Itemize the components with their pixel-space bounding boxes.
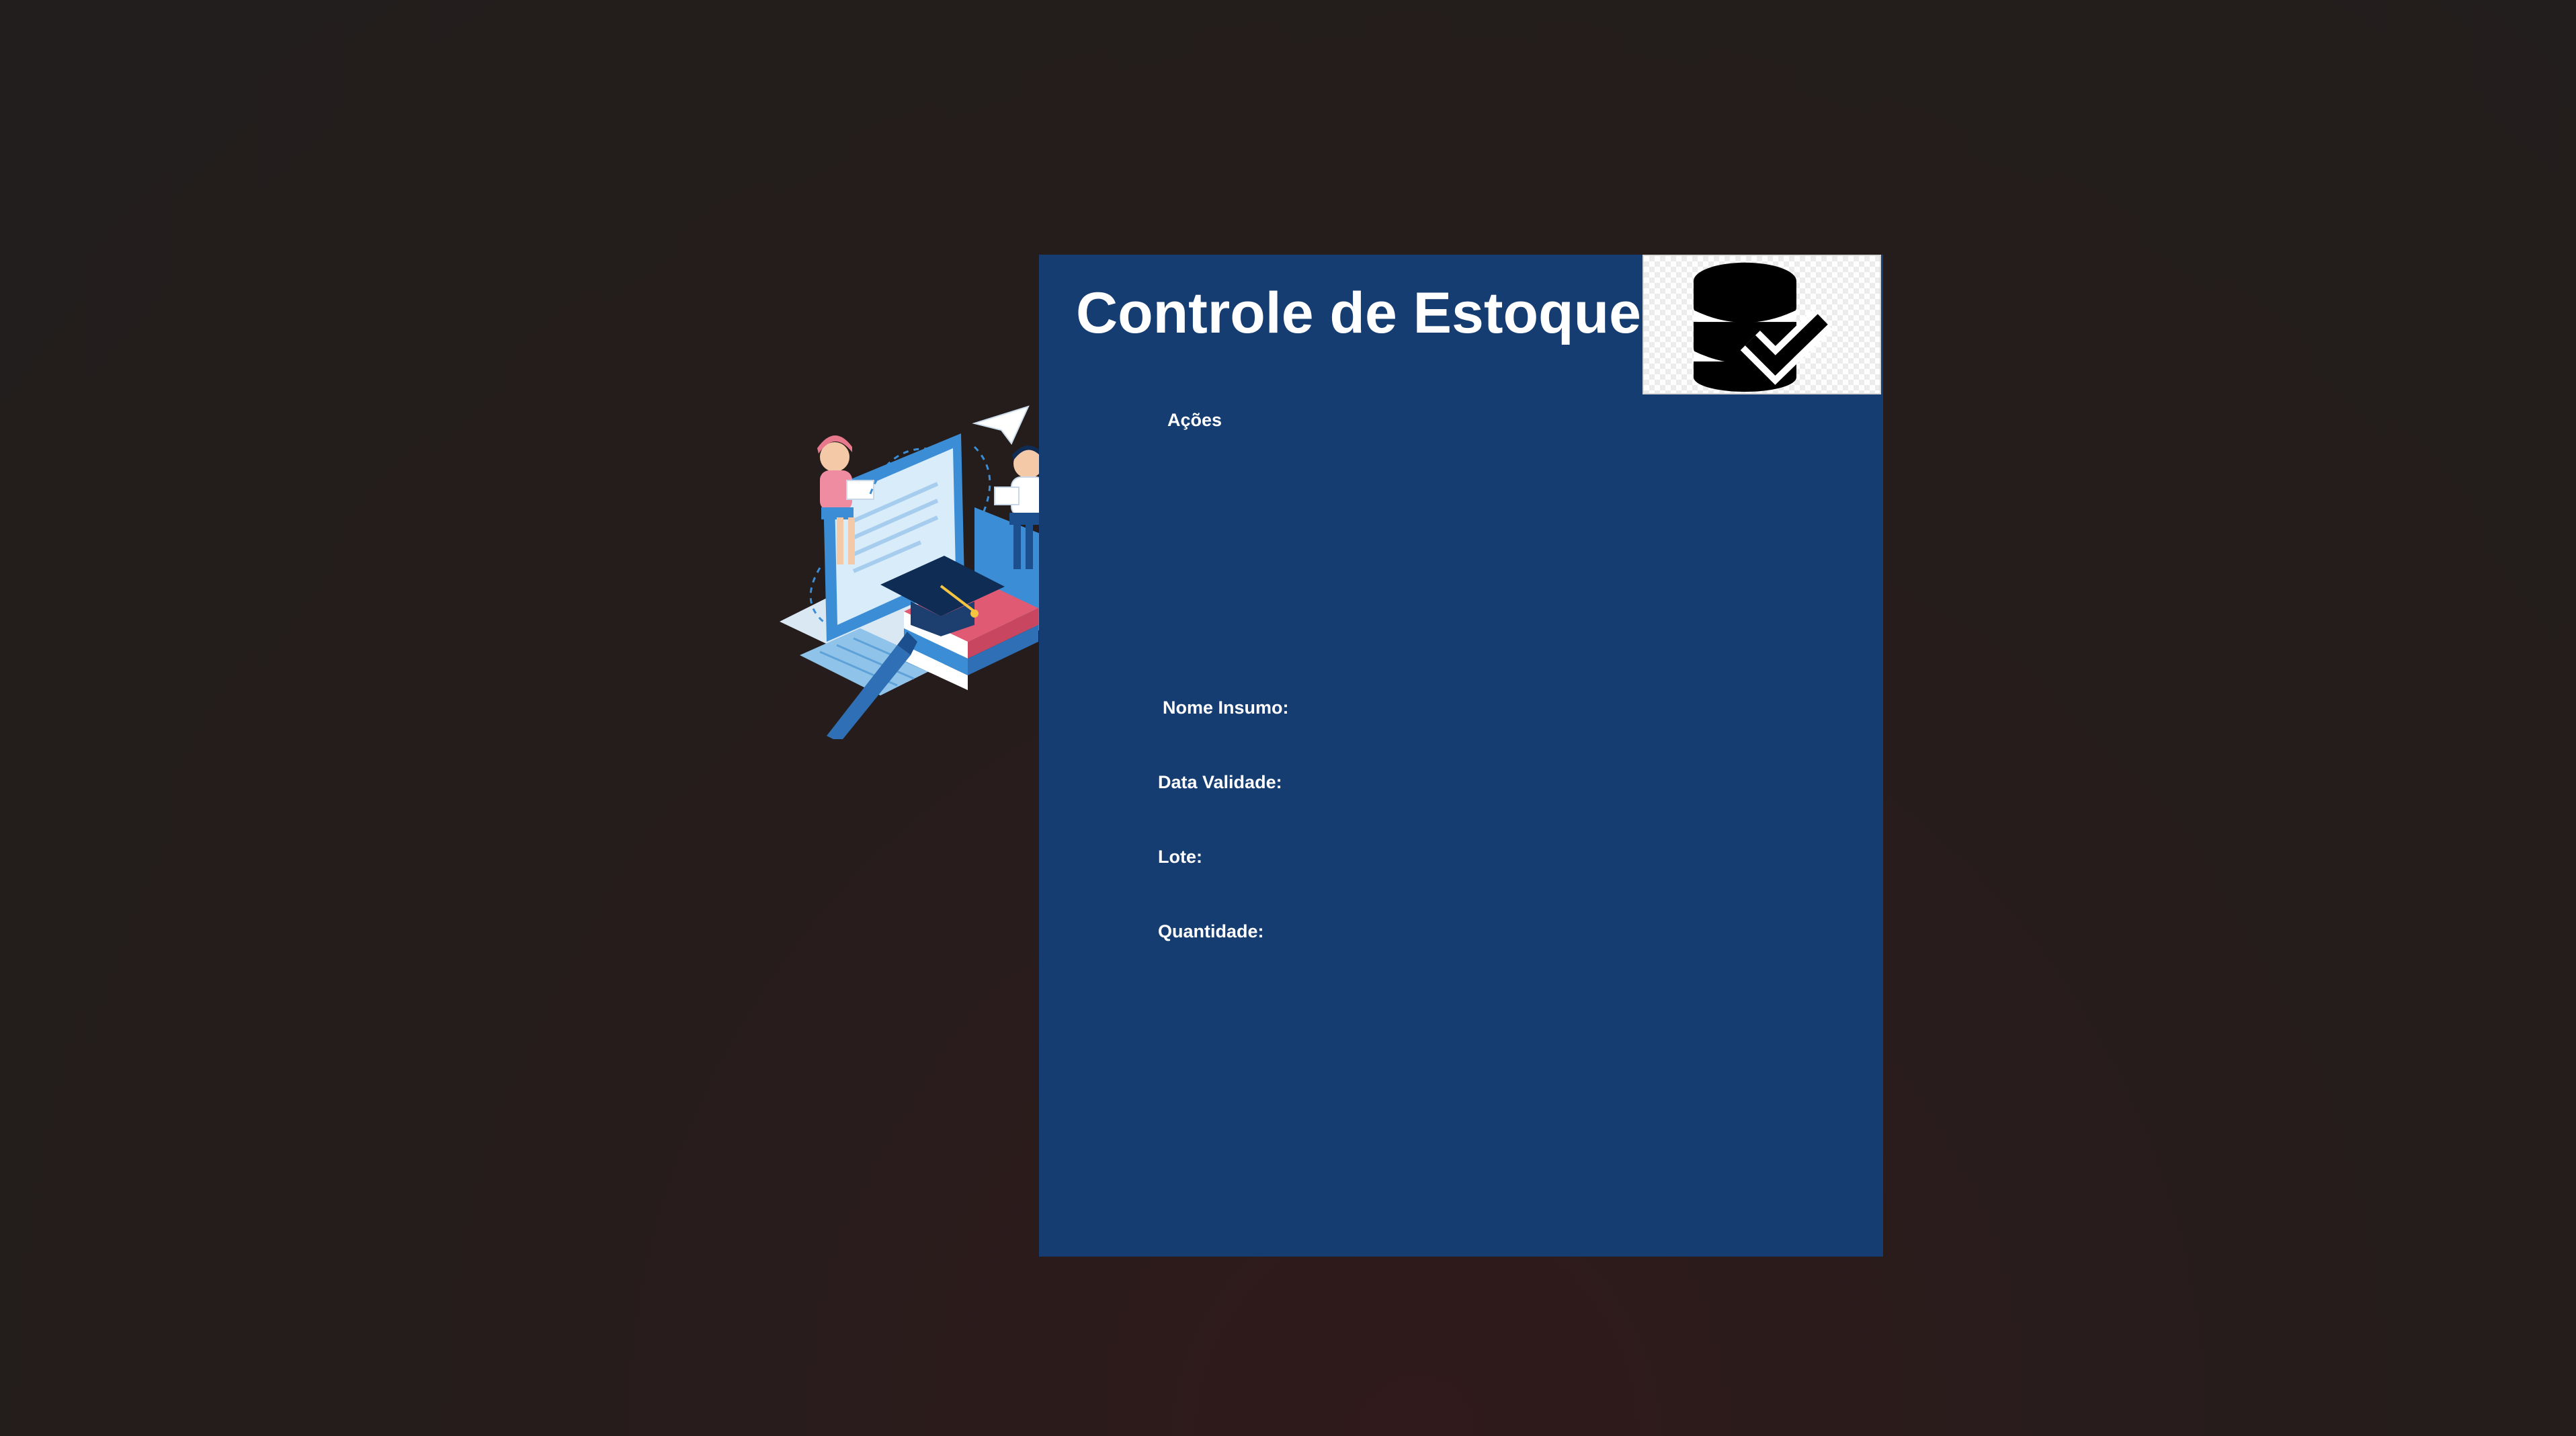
nome-insumo-label: Nome Insumo:: [1163, 698, 1289, 718]
page-title: Controle de Estoque: [1076, 281, 1641, 345]
actions-label: Ações: [1167, 410, 1222, 430]
database-check-icon: [1643, 255, 1881, 394]
stock-form-panel: Controle de Estoque Ações Nome Insumo: D…: [1039, 255, 1883, 1257]
lote-label: Lote:: [1158, 847, 1202, 867]
quantidade-label: Quantidade:: [1158, 921, 1264, 941]
data-validade-label: Data Validade:: [1158, 772, 1282, 792]
